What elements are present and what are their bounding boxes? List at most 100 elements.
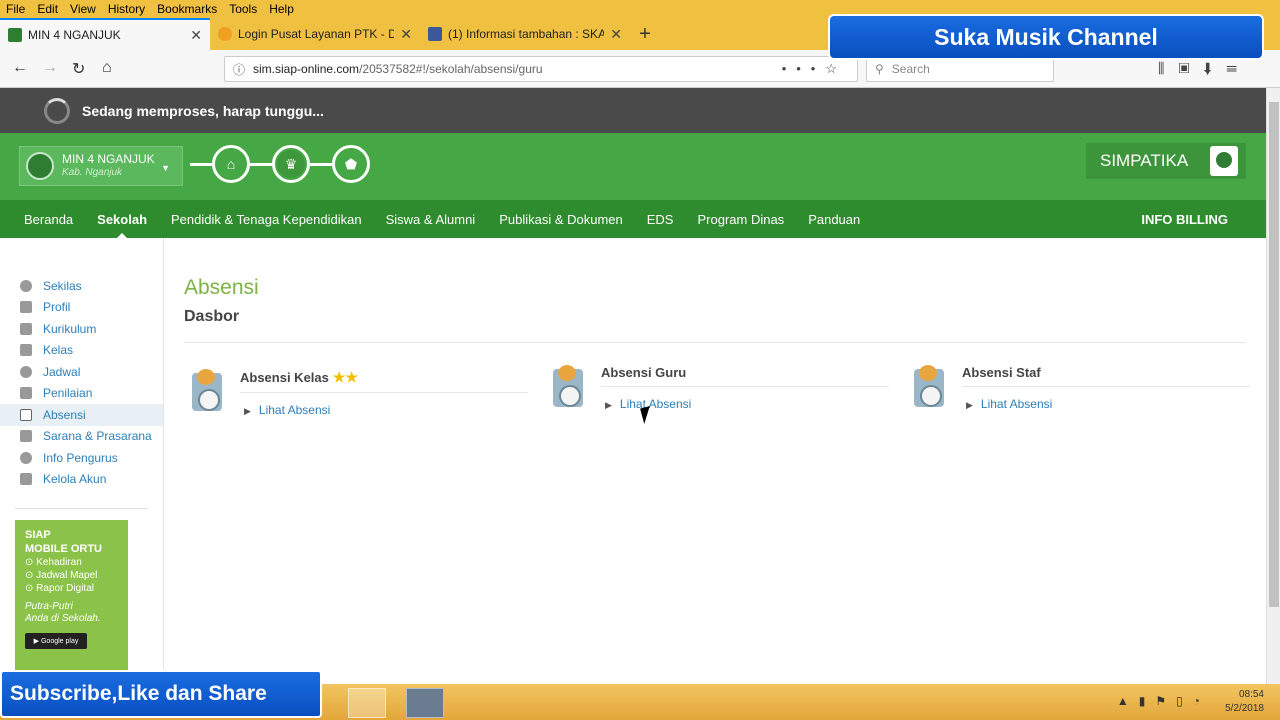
sidebar-item-absensi[interactable]: Absensi <box>0 404 163 426</box>
clock-date: 5/2/2018 <box>1225 703 1264 714</box>
web-page: Sedang memproses, harap tunggu... MIN 4 … <box>0 88 1266 684</box>
system-clock[interactable]: 08:54 5/2/2018 <box>1225 688 1264 716</box>
search-placeholder: Search <box>891 62 930 76</box>
nav-siswa[interactable]: Siswa & Alumni <box>386 212 476 227</box>
toolbar-icons[interactable]: ⫼▣⬇☰ <box>1158 60 1251 77</box>
nav-publikasi[interactable]: Publikasi & Dokumen <box>499 212 623 227</box>
caret-right-icon: ▶ <box>966 400 973 410</box>
sidebar-item-label: Kelas <box>43 343 74 358</box>
menu-view[interactable]: View <box>70 2 96 16</box>
card-title: Absensi Staf <box>962 365 1041 380</box>
promo-footer: Putra-Putri Anda di Sekolah. <box>25 601 101 624</box>
profile-icon <box>20 301 32 314</box>
google-play-badge[interactable]: ▶ Google play <box>25 633 87 649</box>
menu-file[interactable]: File <box>6 2 25 16</box>
url-path: /20537582#!/sekolah/absensi/guru <box>359 62 543 76</box>
close-tab-icon[interactable]: ✕ <box>190 27 202 44</box>
nav-sekolah[interactable]: Sekolah <box>97 212 147 239</box>
sidebar-item-jadwal[interactable]: Jadwal <box>0 361 163 383</box>
channel-banner: Suka Musik Channel <box>828 14 1264 60</box>
crown-icon[interactable]: ♛ <box>272 145 310 183</box>
sidebar-item-info-pengurus[interactable]: Info Pengurus <box>0 447 163 469</box>
card-absensi-guru: Absensi Guru ▶ Lihat Absensi <box>549 365 889 411</box>
sidebar-item-kurikulum[interactable]: Kurikulum <box>0 318 163 340</box>
promo-item: ⊙ Jadwal Mapel <box>25 570 98 581</box>
info-billing-link[interactable]: INFO BILLING <box>1141 212 1228 227</box>
nav-program-dinas[interactable]: Program Dinas <box>697 212 784 227</box>
sidebar-item-profil[interactable]: Profil <box>0 297 163 319</box>
sidebar-item-label: Absensi <box>43 407 86 422</box>
grading-icon <box>20 387 32 400</box>
tab-title: (1) Informasi tambahan : SKAK <box>448 27 605 41</box>
card-title: Absensi Kelas <box>240 370 329 385</box>
browser-tab-active[interactable]: MIN 4 NGANJUK ✕ <box>0 18 210 50</box>
school-region: Kab. Nganjuk <box>62 167 123 178</box>
nav-panduan[interactable]: Panduan <box>808 212 860 227</box>
building-icon[interactable]: ⌂ <box>212 145 250 183</box>
browser-tab[interactable]: (1) Informasi tambahan : SKAK ✕ <box>420 18 630 50</box>
menu-history[interactable]: History <box>108 2 145 16</box>
attendance-cards: Absensi Kelas ★★ ▶ Lihat Absensi Absensi G… <box>184 343 1250 423</box>
main-content: Absensi Dasbor Absensi Kelas ★★ ▶ Lihat Ab… <box>184 238 1250 423</box>
tab-title: MIN 4 NGANJUK <box>28 28 121 42</box>
sidebar-item-label: Kelola Akun <box>43 472 107 487</box>
sidebar-item-label: Kurikulum <box>43 321 97 336</box>
attendance-clock-icon <box>914 365 944 407</box>
attendance-clock-icon <box>192 369 222 411</box>
scrollbar-thumb[interactable] <box>1269 102 1279 607</box>
file-explorer-icon[interactable] <box>348 688 386 718</box>
sidebar-item-kelas[interactable]: Kelas <box>0 340 163 362</box>
sidebar-item-label: Sarana & Prasarana <box>43 429 152 444</box>
close-tab-icon[interactable]: ✕ <box>610 26 622 43</box>
info-icon <box>20 279 32 292</box>
nav-beranda[interactable]: Beranda <box>24 212 73 227</box>
simpatika-label: SIMPATIKA <box>1100 151 1189 170</box>
lihat-absensi-link[interactable]: ▶ Lihat Absensi <box>244 403 528 417</box>
system-tray-icons[interactable]: ▲▮⚑▯◔ <box>1117 694 1210 708</box>
menu-bookmarks[interactable]: Bookmarks <box>157 2 217 16</box>
menu-edit[interactable]: Edit <box>37 2 58 16</box>
forward-arrow-icon[interactable]: → <box>42 59 58 77</box>
sidebar-item-penilaian[interactable]: Penilaian <box>0 383 163 405</box>
card-title: Absensi Guru <box>601 365 687 380</box>
home-icon[interactable]: ⌂ <box>102 59 112 77</box>
sidebar-item-label: Penilaian <box>43 386 93 401</box>
lihat-absensi-link[interactable]: ▶ Lihat Absensi <box>966 397 1250 411</box>
page-subtitle: Dasbor <box>184 308 240 325</box>
sidebar-item-sekilas[interactable]: Sekilas <box>0 275 163 297</box>
nav-pendidik[interactable]: Pendidik & Tenaga Kependidikan <box>171 212 362 227</box>
simpatika-button[interactable]: SIMPATIKA <box>1086 143 1246 179</box>
back-arrow-icon[interactable]: ← <box>12 59 28 77</box>
search-icon: ⚲ <box>875 62 884 76</box>
subscribe-banner: Subscribe,Like dan Share <box>0 670 322 718</box>
class-icon <box>20 344 32 357</box>
promo-item: ⊙ Kehadiran <box>25 557 82 568</box>
promo-subtitle: MOBILE ORTU <box>25 543 102 555</box>
admin-icon <box>20 451 32 464</box>
app-window-icon[interactable] <box>406 688 444 718</box>
browser-tab[interactable]: Login Pusat Layanan PTK - Dirj ✕ <box>210 18 420 50</box>
attendance-icon <box>20 408 32 421</box>
emblem-icon[interactable]: ⬟ <box>332 145 370 183</box>
reload-icon[interactable]: ↻ <box>72 59 85 79</box>
new-tab-icon[interactable]: + <box>630 18 660 50</box>
school-selector[interactable]: MIN 4 NGANJUK Kab. Nganjuk ▼ <box>19 146 183 186</box>
sidebar-item-sarana[interactable]: Sarana & Prasarana <box>0 426 163 448</box>
site-info-icon[interactable]: ⓘ <box>233 61 245 78</box>
menu-tools[interactable]: Tools <box>229 2 257 16</box>
close-tab-icon[interactable]: ✕ <box>400 26 412 43</box>
ptk-favicon-icon <box>218 27 232 41</box>
tab-title: Login Pusat Layanan PTK - Dirj <box>238 27 395 41</box>
mobile-ortu-promo[interactable]: SIAP MOBILE ORTU ⊙ Kehadiran ⊙ Jadwal Ma… <box>15 520 128 670</box>
account-icon <box>20 473 32 486</box>
promo-item: ⊙ Rapor Digital <box>25 583 94 594</box>
page-actions-icon[interactable]: •••☆ <box>782 61 847 77</box>
sidebar-item-kelola-akun[interactable]: Kelola Akun <box>0 469 163 491</box>
card-absensi-kelas: Absensi Kelas ★★ ▶ Lihat Absensi <box>188 369 528 417</box>
school-name: MIN 4 NGANJUK <box>62 152 155 166</box>
menu-help[interactable]: Help <box>269 2 294 16</box>
url-bar[interactable]: ⓘ sim.siap-online.com/20537582#!/sekolah… <box>224 56 858 82</box>
sidebar-item-label: Info Pengurus <box>43 450 118 465</box>
nav-eds[interactable]: EDS <box>647 212 674 227</box>
page-scrollbar[interactable] <box>1266 88 1280 684</box>
